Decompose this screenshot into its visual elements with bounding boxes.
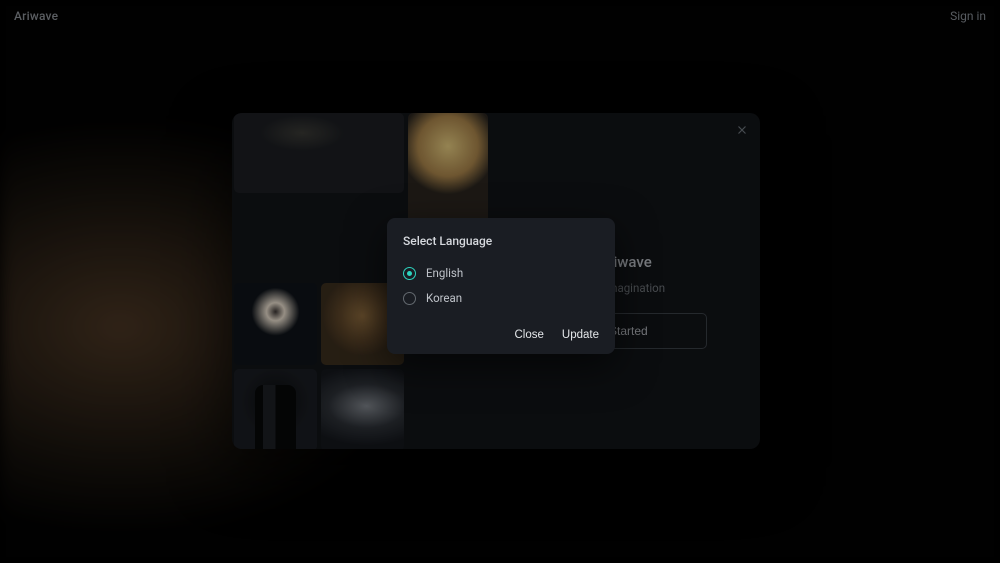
- language-option-label: Korean: [426, 291, 462, 305]
- language-option-english[interactable]: English: [403, 266, 599, 280]
- language-dialog-actions: Close Update: [403, 329, 599, 341]
- language-dialog-title: Select Language: [403, 234, 599, 248]
- language-option-label: English: [426, 266, 463, 280]
- close-button[interactable]: Close: [515, 329, 544, 341]
- update-button[interactable]: Update: [562, 329, 599, 341]
- radio-icon: [403, 292, 416, 305]
- language-option-korean[interactable]: Korean: [403, 291, 599, 305]
- language-dialog: Select Language English Korean Close Upd…: [387, 218, 615, 354]
- language-options: English Korean: [403, 266, 599, 305]
- radio-icon: [403, 267, 416, 280]
